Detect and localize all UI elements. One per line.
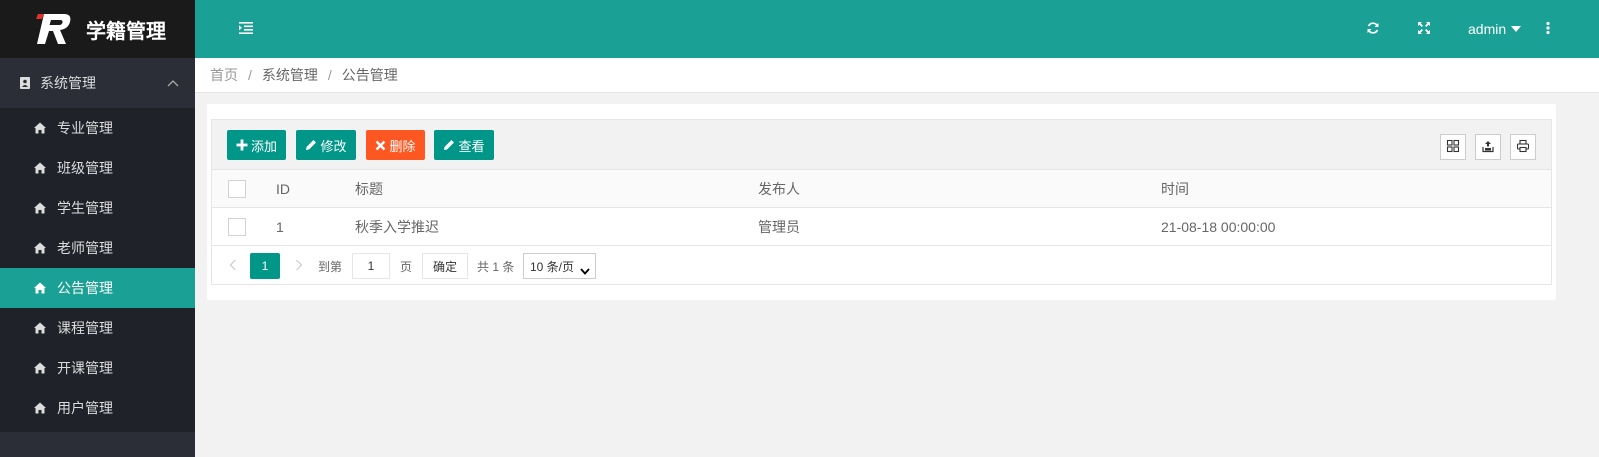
chevron-left-icon [229,259,237,274]
goto-page-input[interactable]: 1 [352,253,390,279]
print-icon [1516,139,1530,156]
data-table: 添加 修改 删除 查看 ID 标题 发布人 时间 1 秋季入学推迟 管理员 21… [211,119,1552,285]
sidebar-item-label: 专业管理 [57,120,113,136]
print-button[interactable] [1510,134,1536,160]
row-checkbox[interactable] [228,218,246,236]
sidebar-menu: 专业管理 班级管理 学生管理 老师管理 公告管理 课程管理 开课管理 用户管理 [0,108,195,428]
sidebar-item-student[interactable]: 学生管理 [0,188,195,228]
cell-publisher: 管理员 [758,219,800,235]
sidebar-item-notice[interactable]: 公告管理 [0,268,195,308]
breadcrumb-home[interactable]: 首页 [210,65,238,85]
page-size-select[interactable]: 10 条/页 [523,253,596,279]
home-icon [33,321,47,335]
breadcrumb-separator: / [327,67,332,83]
sidebar: 学籍管理 系统管理 专业管理 班级管理 学生管理 老师管理 公告管理 课程管理 … [0,0,195,457]
column-header-publisher[interactable]: 发布人 [758,170,800,208]
breadcrumb-current: 公告管理 [341,67,398,83]
table-toolbar: 添加 修改 删除 查看 [212,120,1551,170]
expand-icon [1417,21,1431,38]
home-icon [33,281,47,295]
top-header: admin [195,0,1599,58]
cell-title: 秋季入学推迟 [355,219,439,235]
goto-confirm-button[interactable]: 确定 [422,253,468,279]
export-icon [1481,139,1495,156]
edit-button[interactable]: 修改 [296,130,356,160]
columns-icon [1446,139,1460,156]
refresh-button[interactable] [1361,0,1385,58]
column-filter-button[interactable] [1440,134,1466,160]
table-row[interactable]: 1 秋季入学推迟 管理员 21-08-18 00:00:00 [212,208,1551,246]
sidebar-item-label: 学生管理 [57,200,113,216]
sidebar-item-offering[interactable]: 开课管理 [0,348,195,388]
table-header: ID 标题 发布人 时间 [212,170,1551,208]
refresh-icon [1366,21,1380,38]
sidebar-item-label: 公告管理 [57,280,113,296]
indent-icon [238,21,254,38]
more-vertical-icon [1546,21,1550,38]
sidebar-item-course[interactable]: 课程管理 [0,308,195,348]
goto-label: 到第 [318,259,343,274]
sidebar-item-major[interactable]: 专业管理 [0,108,195,148]
breadcrumb-separator: / [248,67,252,83]
page-number-current[interactable]: 1 [250,253,280,279]
home-icon [33,121,47,135]
pencil-icon [443,139,455,151]
home-icon [33,241,47,255]
content-card: 添加 修改 删除 查看 ID 标题 发布人 时间 1 秋季入学推迟 管理员 21… [207,104,1556,300]
username: admin [1468,21,1507,37]
plus-icon [236,139,248,151]
home-icon [33,161,47,175]
menu-group-label: 系统管理 [40,75,96,91]
sidebar-item-label: 课程管理 [57,320,113,336]
fullscreen-button[interactable] [1412,0,1436,58]
column-header-time[interactable]: 时间 [1161,170,1189,208]
sidebar-item-label: 老师管理 [57,240,113,256]
sidebar-item-class[interactable]: 班级管理 [0,148,195,188]
home-icon [33,401,47,415]
sidebar-item-user[interactable]: 用户管理 [0,388,195,428]
cell-id: 1 [276,219,284,235]
app-title: 学籍管理 [86,18,166,43]
prev-page-button[interactable] [226,253,240,279]
export-button[interactable] [1475,134,1501,160]
edit-button-label: 修改 [320,138,347,154]
home-icon [33,361,47,375]
total-count: 共 1 条 [477,259,515,274]
sidebar-next-group [0,432,195,457]
menu-toggle-button[interactable] [233,0,259,58]
cell-time: 21-08-18 00:00:00 [1161,219,1276,235]
home-icon [33,201,47,215]
chevron-up-icon [167,77,179,89]
pencil-icon [305,139,317,151]
view-button-label: 查看 [458,138,485,154]
view-button[interactable]: 查看 [434,130,494,160]
next-page-button[interactable] [292,253,306,279]
add-button[interactable]: 添加 [227,130,286,160]
page-size-value: 10 条/页 [530,259,575,274]
sidebar-item-teacher[interactable]: 老师管理 [0,228,195,268]
breadcrumb: 首页 / 系统管理 / 公告管理 [195,58,1599,93]
pagination: 1 到第 1 页 确定 共 1 条 10 条/页 [212,246,1551,284]
chevron-down-icon [580,264,590,275]
add-button-label: 添加 [250,138,277,154]
column-header-title[interactable]: 标题 [355,170,383,208]
caret-down-icon [1511,26,1522,32]
chevron-right-icon [295,259,303,274]
delete-button-label: 删除 [389,138,416,154]
sidebar-item-label: 开课管理 [57,360,113,376]
breadcrumb-parent[interactable]: 系统管理 [262,65,318,85]
more-options-button[interactable] [1540,0,1556,58]
column-header-id[interactable]: ID [276,170,290,208]
close-icon [375,140,386,151]
address-book-icon [18,76,32,90]
user-menu[interactable]: admin [1468,0,1522,58]
logo-icon [34,12,74,46]
logo[interactable]: 学籍管理 [0,0,195,58]
select-all-checkbox[interactable] [228,180,246,198]
page-unit-label: 页 [400,259,413,274]
sidebar-item-label: 用户管理 [57,400,113,416]
menu-group-system[interactable]: 系统管理 [0,58,195,108]
delete-button[interactable]: 删除 [366,130,425,160]
sidebar-item-label: 班级管理 [57,160,113,176]
